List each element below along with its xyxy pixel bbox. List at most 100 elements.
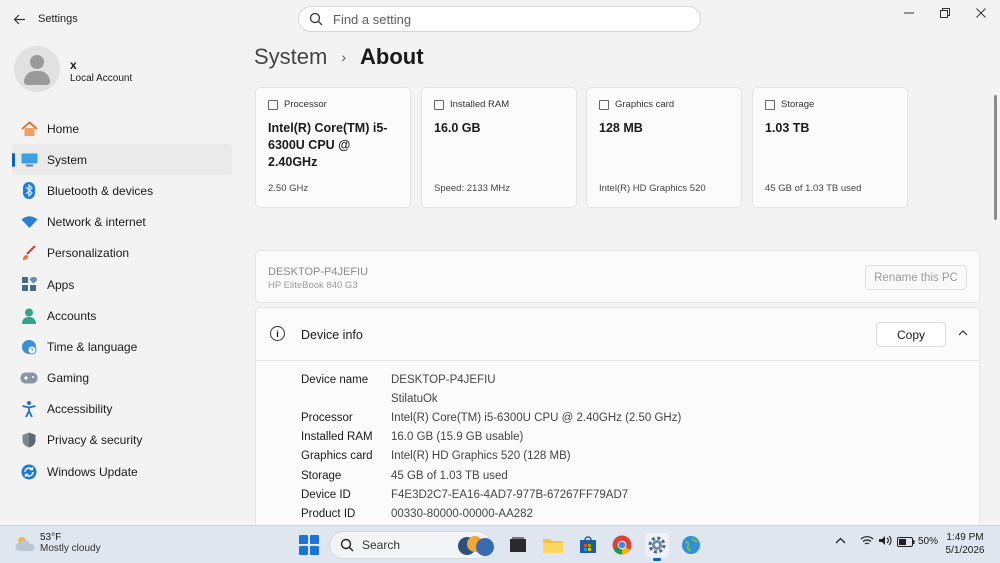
pc-model: HP EliteBook 840 G3 — [268, 280, 358, 291]
sidebar-item-label: Windows Update — [47, 464, 138, 479]
storage-card: Storage 1.03 TB 45 GB of 1.03 TB used — [752, 87, 908, 208]
sidebar-item-bluetooth[interactable]: Bluetooth & devices — [12, 175, 232, 206]
processor-value: Intel(R) Core(TM) i5-6300U CPU @ 2.40GHz — [268, 121, 388, 169]
file-explorer-button[interactable] — [541, 533, 565, 557]
taskview-button[interactable] — [506, 533, 530, 557]
windows-logo-icon — [299, 535, 308, 544]
settings-app-button[interactable] — [645, 533, 669, 561]
ram-value: 16.0 GB — [434, 121, 481, 135]
user-profile[interactable]: x Local Account — [14, 46, 234, 96]
info-key: Product ID — [301, 507, 356, 520]
info-row-graphics: Graphics card Intel(R) HD Graphics 520 (1… — [301, 447, 681, 466]
info-value: 00330-80000-00000-AA282 — [391, 507, 533, 520]
copy-button[interactable]: Copy — [876, 322, 946, 347]
pc-name-card: DESKTOP-P4JEFIU HP EliteBook 840 G3 Rena… — [255, 250, 980, 303]
folder-icon — [543, 539, 563, 553]
sidebar-item-system[interactable]: System — [12, 144, 232, 176]
info-value: F4E3D2C7-EA16-4AD7-977B-67267FF79AD7 — [391, 488, 629, 501]
info-row-device-id: Device ID F4E3D2C7-EA16-4AD7-977B-67267FF… — [301, 485, 681, 504]
device-info-header[interactable]: i Device info Copy — [256, 308, 979, 361]
sidebar-nav: Home System Bluetooth & devices Network … — [12, 113, 232, 487]
start-button[interactable] — [299, 535, 319, 555]
processor-label: Processor — [284, 99, 327, 110]
search-input[interactable] — [333, 11, 673, 27]
cloudy-weather-icon — [14, 535, 36, 557]
sidebar-item-windows-update[interactable]: Windows Update — [12, 456, 232, 487]
storage-used: 45 GB of 1.03 TB used — [765, 183, 862, 194]
taskbar-search-label: Search — [362, 538, 401, 552]
sidebar-item-accounts[interactable]: Accounts — [12, 300, 232, 331]
volume-icon — [879, 535, 892, 546]
gear-icon — [648, 536, 666, 554]
app-title: Settings — [38, 13, 78, 25]
restore-icon — [940, 8, 950, 18]
taskview-icon — [510, 537, 526, 552]
sidebar-item-network[interactable]: Network & internet — [12, 207, 232, 238]
search-highlight-icon — [458, 536, 494, 556]
processor-icon — [268, 99, 278, 110]
taskbar-search[interactable]: Search — [329, 531, 494, 559]
ram-speed: Speed: 2133 MHz — [434, 183, 511, 194]
sidebar-item-label: Gaming — [47, 371, 90, 386]
sidebar-item-label: Personalization — [47, 246, 130, 261]
sidebar-item-apps[interactable]: Apps — [12, 269, 232, 300]
accounts-icon — [20, 307, 38, 325]
chevron-up-icon — [835, 537, 846, 544]
show-hidden-icons-button[interactable] — [835, 535, 846, 547]
info-value: Intel(R) Core(TM) i5-6300U CPU @ 2.40GHz… — [391, 411, 682, 424]
wifi-icon — [860, 536, 874, 545]
sidebar-item-label: Home — [47, 121, 80, 136]
info-row-processor: Processor Intel(R) Core(TM) i5-6300U CPU … — [301, 408, 681, 427]
search-box[interactable] — [298, 6, 701, 32]
bluetooth-icon — [20, 182, 38, 200]
sidebar-item-label: System — [47, 152, 88, 167]
close-icon — [976, 8, 986, 18]
scrollbar[interactable] — [994, 95, 997, 220]
title-bar: Settings — [0, 0, 1000, 38]
minimize-button[interactable] — [894, 4, 924, 22]
weather-desc: Mostly cloudy — [40, 543, 101, 554]
store-button[interactable] — [576, 533, 600, 557]
weather-widget[interactable]: 53°F Mostly cloudy — [14, 532, 101, 557]
info-value: StilatuOk — [391, 392, 438, 405]
search-icon — [309, 12, 323, 26]
store-icon — [580, 536, 596, 553]
breadcrumb-system[interactable]: System — [254, 44, 327, 70]
sidebar-item-label: Apps — [47, 277, 75, 292]
browser-app-button[interactable] — [679, 533, 703, 557]
sidebar-item-privacy-security[interactable]: Privacy & security — [12, 425, 232, 456]
info-row-storage: Storage 45 GB of 1.03 TB used — [301, 466, 681, 485]
back-button[interactable] — [8, 8, 30, 30]
accessibility-icon — [20, 400, 38, 418]
ram-label: Installed RAM — [450, 99, 510, 110]
brush-icon — [20, 244, 38, 262]
gamepad-icon — [20, 369, 38, 387]
info-icon: i — [270, 326, 285, 341]
sidebar-item-home[interactable]: Home — [12, 113, 232, 144]
sidebar-item-personalization[interactable]: Personalization — [12, 238, 232, 269]
clock[interactable]: 1:49 PM 5/1/2026 — [935, 531, 995, 557]
volume-status[interactable] — [878, 535, 892, 549]
info-key: Device ID — [301, 488, 351, 501]
close-button[interactable] — [966, 4, 996, 22]
wifi-status[interactable] — [860, 535, 874, 549]
sidebar-item-gaming[interactable]: Gaming — [12, 363, 232, 394]
battery-icon — [897, 536, 915, 547]
sidebar-item-label: Bluetooth & devices — [47, 183, 154, 198]
battery-status[interactable]: 50% — [897, 536, 938, 547]
restore-button[interactable] — [930, 4, 960, 22]
chrome-button[interactable] — [610, 533, 634, 557]
info-key: Processor — [301, 411, 353, 424]
sidebar-item-accessibility[interactable]: Accessibility — [12, 394, 232, 425]
info-row-device-name: Device name DESKTOP-P4JEFIU — [301, 370, 681, 389]
info-row-ram: Installed RAM 16.0 GB (15.9 GB usable) — [301, 428, 681, 447]
ram-icon — [434, 99, 444, 110]
collapse-button[interactable] — [956, 326, 970, 340]
sidebar-item-label: Accessibility — [47, 402, 113, 417]
sidebar-item-time-language[interactable]: Time & language — [12, 331, 232, 362]
rename-pc-button[interactable]: Rename this PC — [865, 265, 967, 290]
globe-clock-icon — [20, 338, 38, 356]
graphics-label: Graphics card — [615, 99, 675, 110]
user-name: x — [70, 58, 77, 72]
sidebar-item-label: Network & internet — [47, 215, 146, 230]
